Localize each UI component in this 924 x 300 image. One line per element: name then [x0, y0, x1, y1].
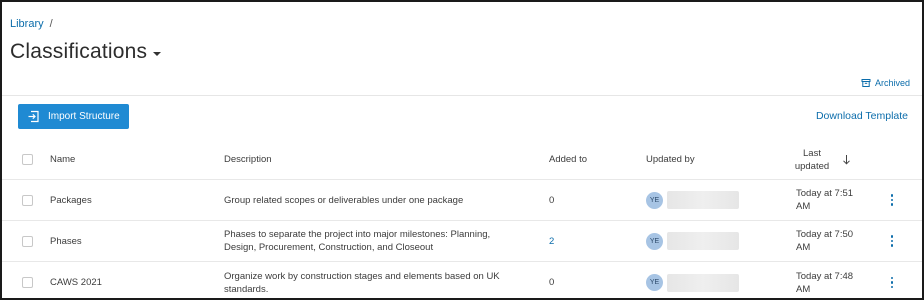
avatar: YE: [646, 232, 663, 250]
archived-link[interactable]: Archived: [861, 78, 910, 88]
row-updated-by: YE: [646, 262, 739, 298]
column-header-last-updated[interactable]: Last updated: [792, 140, 862, 179]
row-updated-by: YE: [646, 180, 739, 220]
title-dropdown[interactable]: Classifications: [10, 40, 162, 64]
import-icon: [28, 110, 39, 123]
row-name[interactable]: Packages: [50, 180, 92, 220]
header-divider: [2, 95, 922, 96]
page-title: Classifications: [10, 40, 148, 63]
more-vertical-icon[interactable]: [891, 194, 894, 206]
select-all-checkbox[interactable]: [22, 154, 33, 165]
column-header-description[interactable]: Description: [224, 140, 524, 179]
classifications-page: Library / Classifications Archived Impor…: [0, 0, 924, 300]
row-name[interactable]: CAWS 2021: [50, 262, 102, 298]
row-name[interactable]: Phases: [50, 221, 82, 261]
row-updated-by: YE: [646, 221, 739, 261]
archived-label: Archived: [874, 78, 910, 88]
column-header-name[interactable]: Name: [50, 140, 75, 179]
table-header-row: Name Description Added to Updated by Las…: [2, 140, 922, 180]
row-last-updated: Today at 7:48 AM: [796, 270, 854, 295]
row-checkbox[interactable]: [22, 194, 33, 206]
more-vertical-icon[interactable]: [891, 235, 894, 247]
avatar: YE: [646, 274, 663, 291]
classifications-table: Name Description Added to Updated by Las…: [2, 140, 922, 298]
row-checkbox[interactable]: [22, 235, 33, 247]
breadcrumb: Library /: [10, 18, 53, 30]
caret-down-icon[interactable]: [153, 52, 162, 56]
import-structure-button[interactable]: Import Structure: [18, 104, 129, 129]
avatar: YE: [646, 191, 663, 209]
redacted-user-name: [667, 191, 739, 209]
redacted-user-name: [667, 273, 739, 292]
row-description: Group related scopes or deliverables und…: [224, 194, 464, 206]
column-header-added-to[interactable]: Added to: [549, 140, 587, 179]
column-header-last-updated-label: Last updated: [794, 147, 830, 172]
download-template-link[interactable]: Download Template: [816, 110, 908, 122]
row-added-to: 0: [549, 194, 555, 206]
row-checkbox[interactable]: [22, 277, 33, 288]
import-structure-label: Import Structure: [48, 111, 120, 122]
row-last-updated: Today at 7:51 AM: [796, 188, 854, 212]
archive-icon: [861, 79, 871, 87]
breadcrumb-library-link[interactable]: Library: [10, 18, 44, 30]
redacted-user-name: [667, 232, 739, 250]
row-description: Organize work by construction stages and…: [224, 270, 500, 295]
row-added-to-link[interactable]: 2: [549, 221, 554, 261]
more-vertical-icon[interactable]: [891, 276, 894, 289]
table-row[interactable]: CAWS 2021 Organize work by construction …: [2, 262, 922, 298]
row-last-updated: Today at 7:50 AM: [796, 229, 854, 253]
table-row[interactable]: Packages Group related scopes or deliver…: [2, 180, 922, 221]
row-description: Phases to separate the project into majo…: [224, 229, 491, 253]
row-added-to: 0: [549, 277, 555, 288]
sort-arrow-down-icon[interactable]: [842, 154, 851, 165]
table-row[interactable]: Phases Phases to separate the project in…: [2, 221, 922, 262]
breadcrumb-separator: /: [49, 18, 53, 30]
column-header-updated-by[interactable]: Updated by: [646, 140, 695, 179]
